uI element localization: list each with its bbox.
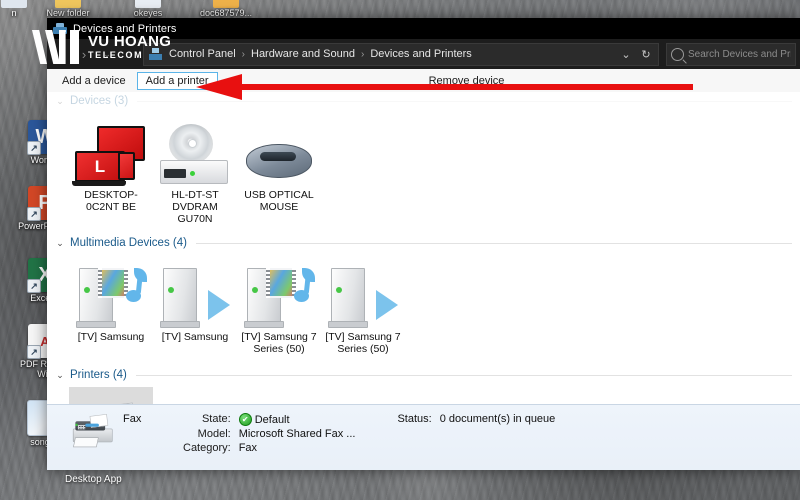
devices-list-area: ⌄ Devices (3) L DESKTOP-0C2NT BE HL-DT-S… [47, 92, 800, 470]
device-label: DESKTOP-0C2NT BE [84, 189, 138, 213]
group-multimedia-devices: ⌄ Multimedia Devices (4) [TV] Samsung [T… [47, 234, 800, 362]
refresh-icon[interactable]: ↻ [636, 45, 656, 64]
group-title: Devices (3) [70, 95, 129, 107]
file-icon [213, 0, 239, 8]
chevron-down-icon[interactable]: ⌄ [55, 370, 65, 381]
device-icon-media-server [323, 258, 403, 328]
group-title: Printers (4) [70, 369, 127, 381]
breadcrumb-separator-icon: › [360, 48, 365, 60]
up-button[interactable]: ↑ [120, 44, 140, 64]
search-icon [671, 47, 684, 61]
breadcrumb-item-hardware-and-sound[interactable]: Hardware and Sound [249, 47, 357, 61]
devices-and-printers-window: Devices and Printers ‹ › ⌄ ↑ Control Pan… [47, 18, 800, 470]
shortcut-arrow-icon: ↗ [27, 279, 41, 293]
device-icon-pc: L [71, 116, 151, 186]
device-label: [TV] Samsung 7 Series (50) [325, 331, 401, 355]
details-status-key: Status: [397, 413, 432, 425]
file-icon [135, 0, 161, 8]
breadcrumb-item-devices-and-printers[interactable]: Devices and Printers [368, 47, 474, 61]
group-title: Multimedia Devices (4) [70, 237, 187, 249]
details-status-value: 0 document(s) in queue [439, 413, 556, 425]
back-button[interactable]: ‹ [51, 44, 71, 64]
address-bar[interactable]: Control Panel › Hardware and Sound › Dev… [143, 42, 659, 66]
window-title: Devices and Printers [73, 22, 177, 35]
window-title-bar: Devices and Printers [47, 18, 800, 39]
shortcut-arrow-icon: ↗ [27, 141, 41, 155]
group-divider [195, 242, 792, 244]
device-item[interactable]: [TV] Samsung [69, 255, 153, 360]
breadcrumb-separator-icon: › [241, 48, 245, 60]
desktop-icon-okeyes[interactable]: okeyes [118, 0, 178, 19]
device-label: [TV] Samsung [161, 331, 229, 343]
chevron-down-icon[interactable]: ⌄ [55, 96, 65, 107]
shortcut-arrow-icon: ↗ [27, 345, 41, 359]
device-item[interactable]: HL-DT-ST DVDRAM GU70N [153, 113, 237, 230]
device-label: [TV] Samsung [77, 331, 145, 343]
group-header[interactable]: ⌄ Devices (3) [55, 92, 800, 109]
group-divider [137, 100, 792, 102]
group-items: [TV] Samsung [TV] Samsung [TV] Samsung 7… [55, 251, 800, 360]
device-label: [TV] Samsung 7 Series (50) [241, 331, 317, 355]
device-item[interactable]: [TV] Samsung 7 Series (50) [321, 255, 405, 360]
desktop-icon-new-folder[interactable]: New folder [38, 0, 98, 19]
device-item[interactable]: [TV] Samsung 7 Series (50) [237, 255, 321, 360]
device-icon-mouse [239, 116, 319, 186]
device-label: HL-DT-ST DVDRAM GU70N [171, 189, 219, 225]
details-device-icon [61, 411, 117, 470]
navigation-bar: ‹ › ⌄ ↑ Control Panel › Hardware and Sou… [47, 39, 800, 69]
control-panel-icon [149, 48, 162, 60]
device-icon-media-server [155, 258, 235, 328]
details-category-value: Fax [238, 442, 258, 454]
breadcrumb: Control Panel › Hardware and Sound › Dev… [149, 47, 616, 61]
forward-button[interactable]: › [74, 44, 94, 64]
folder-icon [55, 0, 81, 8]
device-icon-dvd-drive [155, 116, 235, 186]
details-state-value: ✔ Default [238, 413, 356, 426]
add-a-printer-button[interactable]: Add a printer [136, 71, 218, 90]
device-item[interactable]: L DESKTOP-0C2NT BE [69, 113, 153, 230]
devices-printers-icon [53, 22, 67, 35]
add-a-device-button[interactable]: Add a device [53, 72, 135, 90]
default-check-icon: ✔ [238, 413, 252, 426]
device-item[interactable]: [TV] Samsung [153, 255, 237, 360]
details-device-name: Fax [123, 413, 142, 425]
group-devices: ⌄ Devices (3) L DESKTOP-0C2NT BE HL-DT-S… [47, 92, 800, 232]
search-placeholder: Search Devices and Printers [688, 48, 791, 60]
chevron-down-icon[interactable]: ⌄ [55, 238, 65, 249]
device-item[interactable]: USB OPTICAL MOUSE [237, 113, 321, 230]
file-icon [1, 0, 27, 8]
desktop-icon-doc[interactable]: doc687579... [196, 0, 256, 19]
details-state-key: State: [201, 413, 231, 425]
desktop-app-label: Desktop App [65, 474, 122, 485]
device-icon-media-renderer [71, 258, 151, 328]
details-pane: Fax State: ✔ Default Model: Microsoft Sh… [47, 404, 800, 470]
group-divider [135, 374, 792, 376]
address-dropdown-icon[interactable]: ⌄ [616, 45, 636, 64]
details-category-key: Category: [183, 442, 231, 454]
command-toolbar: Add a device Add a printer Remove device [47, 69, 800, 93]
details-model-value: Microsoft Shared Fax ... [238, 428, 356, 440]
shortcut-arrow-icon: ↗ [27, 207, 41, 221]
recent-locations-button[interactable]: ⌄ [97, 44, 117, 64]
device-label: USB OPTICAL MOUSE [244, 189, 314, 213]
device-icon-media-renderer [239, 258, 319, 328]
details-fields: State: ✔ Default Model: Microsoft Shared… [183, 411, 555, 454]
breadcrumb-item-control-panel[interactable]: Control Panel [167, 47, 238, 61]
group-header[interactable]: ⌄ Printers (4) [55, 366, 800, 383]
remove-device-button[interactable]: Remove device [420, 72, 514, 90]
search-input[interactable]: Search Devices and Printers [666, 42, 796, 66]
group-items: L DESKTOP-0C2NT BE HL-DT-ST DVDRAM GU70N [55, 109, 800, 230]
group-header[interactable]: ⌄ Multimedia Devices (4) [55, 234, 800, 251]
details-model-key: Model: [197, 428, 231, 440]
details-state-text: Default [254, 413, 290, 426]
